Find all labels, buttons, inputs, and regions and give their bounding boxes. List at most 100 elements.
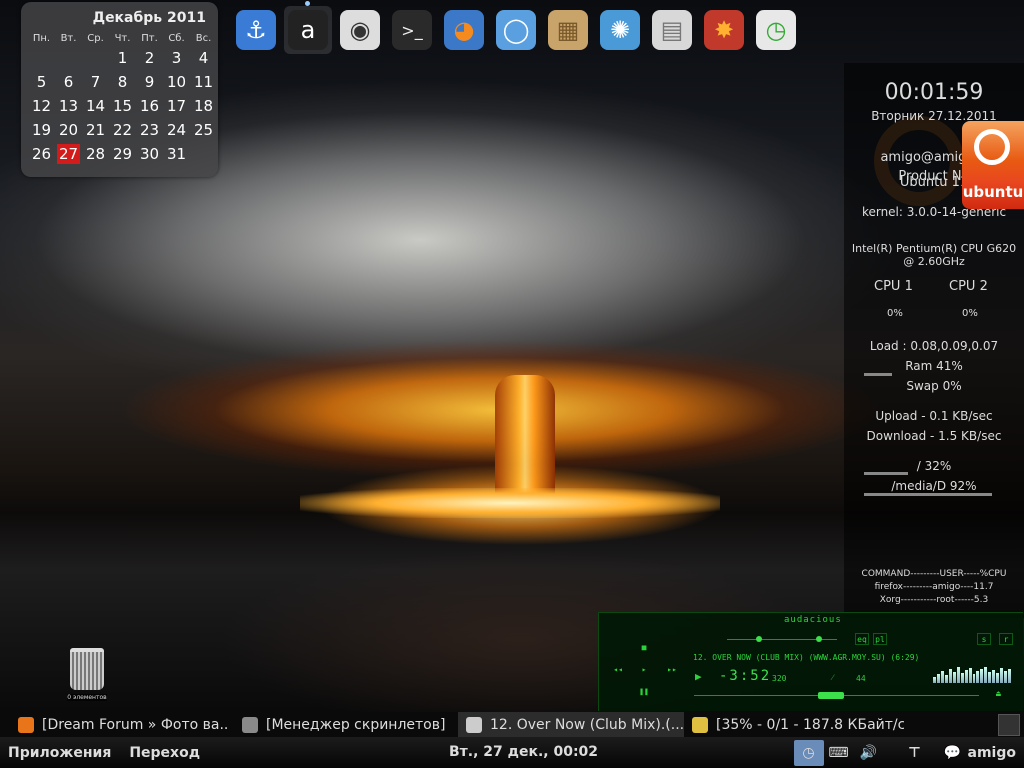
task-torrent-window[interactable]: [35% - 0/1 - 187.8 КБайт/с...	[684, 712, 904, 737]
weekday-label: Ср.	[87, 32, 104, 44]
cpu2-value: 0%	[962, 308, 978, 319]
file-cabinet-launcher[interactable]: ▤	[648, 6, 696, 54]
anchor-launcher[interactable]: ⚓	[232, 6, 280, 54]
calendar-day: 5	[36, 73, 47, 91]
task-label: 12. Over Now (Club Mix).(...	[490, 716, 684, 733]
process-list-header: COMMAND---------USER-----%CPU	[861, 569, 1007, 579]
spectrum-bar	[972, 674, 976, 683]
places-menu[interactable]: Переход	[121, 745, 208, 761]
anchor-icon: ⚓	[236, 10, 276, 50]
task-label: [35% - 0/1 - 187.8 КБайт/с...	[716, 716, 904, 733]
firefox-icon: ◕	[444, 10, 484, 50]
keyboard-icon[interactable]: ⌨	[824, 740, 854, 766]
process-list: COMMAND---------USER-----%CPU firefox---…	[844, 568, 1024, 607]
application-dock: ⚓ a ◉ >_ ◕ ◯ ▦ ✺ ▤ ✸ ◷	[232, 1, 800, 58]
player-track-title: 12. OVER NOW (CLUB MIX) (WWW.AGR.MOY.SU)…	[693, 653, 920, 662]
eject-icon[interactable]: ⏏	[996, 689, 1001, 698]
avant-launcher[interactable]: a	[284, 1, 332, 54]
weekday-label: Пт.	[141, 32, 158, 44]
calendar-day: 26	[31, 145, 52, 163]
ram-bar	[864, 373, 892, 376]
file-cabinet-icon: ▤	[652, 10, 692, 50]
calendar-day: 19	[31, 121, 52, 139]
balance-slider[interactable]	[816, 636, 822, 642]
applications-menu[interactable]: Приложения	[0, 745, 119, 761]
disk-root-bar	[864, 472, 908, 475]
cpu2-label: CPU 2	[949, 279, 988, 294]
chromium-launcher[interactable]: ◯	[492, 6, 540, 54]
pause-button[interactable]: ❚❚	[637, 685, 651, 697]
repeat-button[interactable]: r	[999, 633, 1013, 645]
network-icon[interactable]: ⊤	[900, 740, 930, 766]
calendar-day	[55, 46, 82, 70]
camera-icon: ◉	[340, 10, 380, 50]
firefox-icon	[18, 716, 34, 733]
shuffle-button[interactable]: s	[977, 633, 991, 645]
play-button[interactable]: ▸	[637, 663, 651, 675]
torrent-icon	[692, 716, 708, 733]
spectrum-bar	[956, 667, 960, 683]
previous-button[interactable]: ◂◂	[611, 663, 625, 675]
volume-slider-track	[727, 639, 807, 640]
volume-slider[interactable]	[756, 636, 762, 642]
screenlets-manager-icon: ◷	[756, 10, 796, 50]
calendar-day: 12	[31, 97, 52, 115]
task-screenlets-manager[interactable]: [Менеджер скринлетов]	[228, 712, 446, 737]
task-label: [Dream Forum » Фото ва...	[42, 716, 228, 733]
next-button[interactable]: ▸▸	[665, 663, 679, 675]
task-browser-window[interactable]: [Dream Forum » Фото ва...	[0, 712, 228, 737]
ubuntu-logo-text: ubuntu	[962, 183, 1024, 201]
spectrum-bar	[940, 671, 944, 683]
spectrum-bar	[964, 670, 968, 683]
calendar-day	[82, 46, 109, 70]
seek-slider[interactable]	[818, 692, 844, 699]
system-tray: ◷ ⌨ 🔊 ⊤ 💬 amigo	[793, 737, 1024, 768]
shutter-launcher[interactable]: ✺	[596, 6, 644, 54]
screenlets-tray-icon[interactable]: ◷	[793, 739, 824, 766]
weekday-label: Чт.	[114, 32, 131, 44]
running-indicator	[305, 1, 310, 6]
volume-icon[interactable]: 🔊	[854, 740, 884, 766]
calendar-day: 11	[193, 73, 214, 91]
window-list-taskbar: [Dream Forum » Фото ва... [Менеджер скри…	[0, 712, 1024, 737]
burner-launcher[interactable]: ✸	[700, 6, 748, 54]
burner-icon: ✸	[704, 10, 744, 50]
calendar-grid: Пн. Вт. Ср. Чт. Пт. Сб. Вс. 1 2 3 4 5 6 7 8 9 10 11 12 13 1…	[28, 30, 217, 166]
trash-label: 0 элементов	[67, 694, 107, 701]
spectrum-bar	[944, 675, 948, 683]
ubuntu-logo-icon: ubuntu	[962, 121, 1024, 209]
messaging-icon[interactable]: 💬	[938, 740, 968, 766]
terminal-launcher[interactable]: >_	[388, 6, 436, 54]
equalizer-toggle-button[interactable]: eq	[855, 633, 869, 645]
screenlets-manager-launcher[interactable]: ◷	[752, 6, 800, 54]
calendar-day: 1	[117, 49, 128, 67]
wallpaper-explosion-stem	[495, 375, 555, 500]
trash-desktop-icon[interactable]: 0 элементов	[67, 648, 107, 710]
screenlets-manager-icon	[242, 716, 258, 733]
calendar-day: 24	[166, 121, 187, 139]
show-desktop-button[interactable]	[998, 713, 1020, 736]
process-row: Xorg-----------root------5.3	[879, 595, 989, 605]
firefox-launcher[interactable]: ◕	[440, 6, 488, 54]
calendar-day: 28	[85, 145, 106, 163]
calendar-day: 13	[58, 97, 79, 115]
playing-indicator-icon: ▶	[695, 670, 702, 683]
audacious-player: audacious eq pl s r ■ ◂◂ ▸ ▸▸ ❚❚ 12. OVE…	[598, 612, 1023, 711]
player-time: -3:52	[719, 668, 772, 684]
calendar-day	[28, 46, 55, 70]
spectrum-bar	[968, 668, 972, 683]
ubuntu-circle-of-friends-icon	[974, 129, 1010, 165]
user-menu[interactable]: amigo	[968, 745, 1016, 761]
audacious-icon	[466, 716, 482, 733]
player-samplerate: 44	[856, 674, 866, 683]
camera-launcher[interactable]: ◉	[336, 6, 384, 54]
sysinfo-disk-media: /media/D 92%	[891, 479, 977, 493]
playlist-toggle-button[interactable]: pl	[873, 633, 887, 645]
task-audacious-player[interactable]: 12. Over Now (Club Mix).(...	[458, 712, 684, 737]
panel-clock[interactable]: Вт., 27 дек., 00:02	[449, 744, 598, 760]
calendar-day: 2	[144, 49, 155, 67]
stop-button[interactable]: ■	[637, 641, 651, 653]
package-launcher[interactable]: ▦	[544, 6, 592, 54]
chromium-icon: ◯	[496, 10, 536, 50]
process-row: firefox---------amigo----11.7	[874, 582, 994, 592]
